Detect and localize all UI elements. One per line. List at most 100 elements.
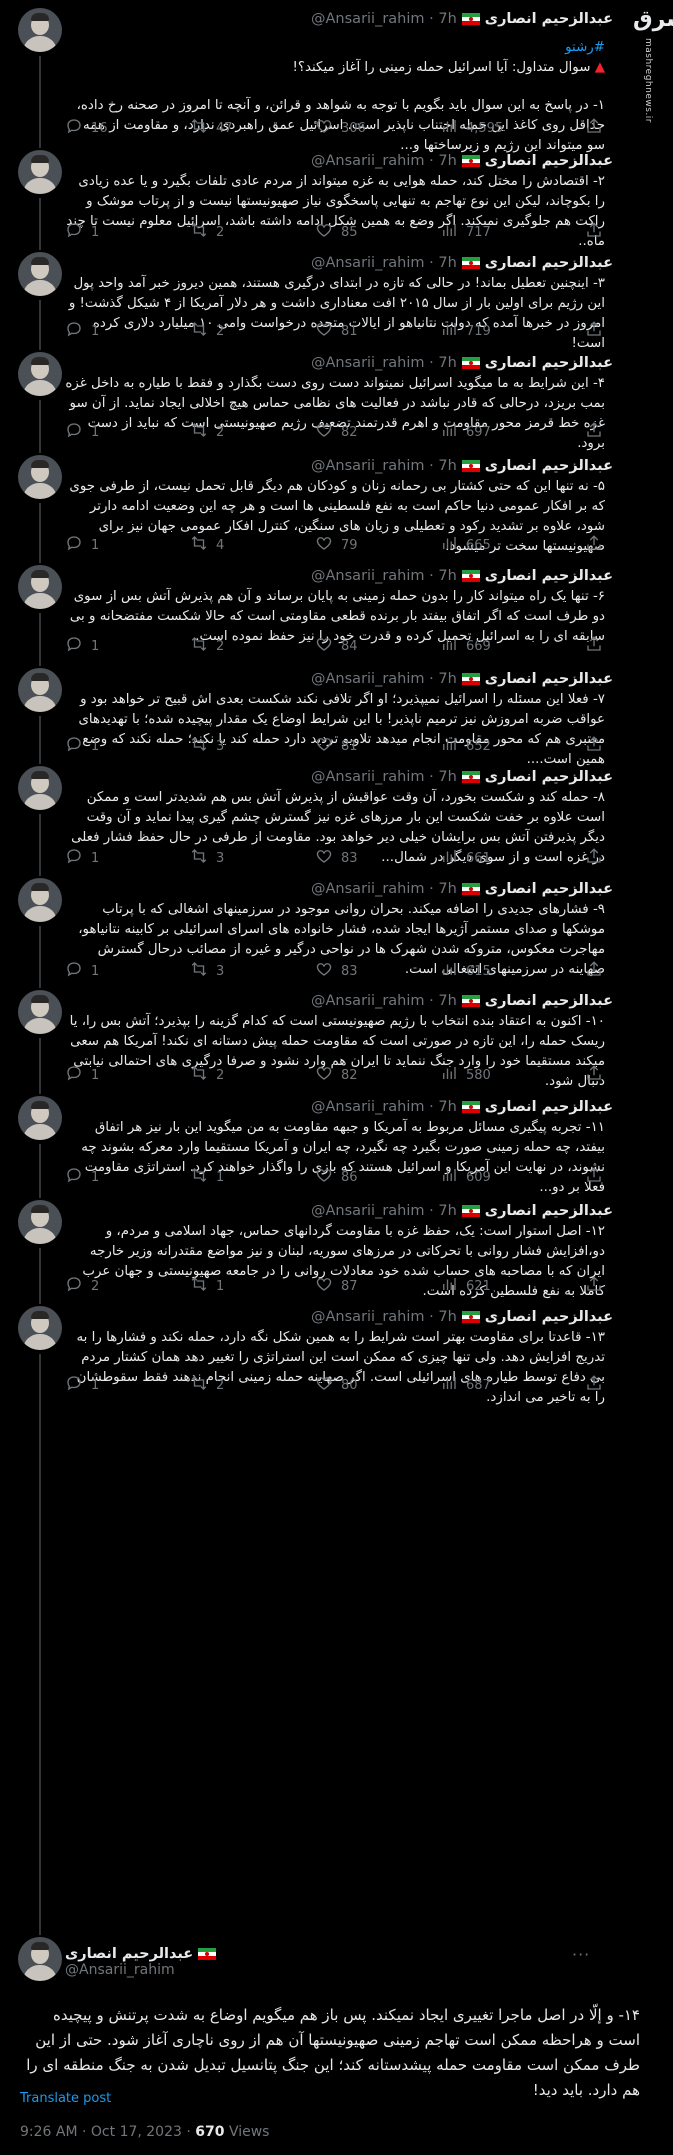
reply-button[interactable]: 1 [65,847,99,869]
author-handle[interactable]: @Ansarii_rahim · 7h [311,769,457,785]
views-button[interactable]: 717 [440,221,491,243]
post-date[interactable]: Oct 17, 2023 [91,2124,182,2140]
reply-button[interactable]: 1 [65,1166,99,1188]
views-button[interactable]: 669 [440,635,491,657]
retweet-button[interactable]: 2 [190,221,224,243]
retweet-button[interactable]: 2 [190,1374,224,1396]
author-name[interactable]: عبدالرحیم انصاری [485,458,613,474]
reply-button[interactable]: 2 [65,1275,99,1297]
avatar[interactable] [18,1096,62,1140]
thread-tweet[interactable]: ··· عبدالرحیم انصاری @Ansarii_rahim · 7h ۸-… [0,766,673,878]
author-handle[interactable]: @Ansarii_rahim · 7h [311,1099,457,1115]
avatar[interactable] [18,455,62,499]
avatar[interactable] [18,766,62,810]
author-name[interactable]: عبدالرحیم انصاری [485,11,613,27]
reply-button[interactable]: 16 [65,117,108,139]
reply-button[interactable]: 1 [65,735,99,757]
views-button[interactable]: 652 [440,735,491,757]
like-button[interactable]: 85 [315,221,358,243]
avatar[interactable] [18,565,62,609]
retweet-button[interactable]: 47 [190,117,233,139]
author-name[interactable]: عبدالرحیم انصاری [485,153,613,169]
author-handle[interactable]: @Ansarii_rahim · 7h [311,458,457,474]
thread-tweet[interactable]: ··· عبدالرحیم انصاری @Ansarii_rahim · 7h ۳-… [0,252,673,352]
like-button[interactable]: 83 [315,960,358,982]
like-button[interactable]: 80 [315,1374,358,1396]
thread-tweet[interactable]: ··· عبدالرحیم انصاری @Ansarii_rahim · 7h ۴-… [0,352,673,455]
reply-button[interactable]: 1 [65,421,99,443]
thread-tweet[interactable]: ··· عبدالرحیم انصاری @Ansarii_rahim · 7h ۵-… [0,455,673,565]
avatar[interactable] [18,1200,62,1244]
like-button[interactable]: 87 [315,1275,358,1297]
thread-tweet[interactable]: ··· عبدالرحیم انصاری @Ansarii_rahim · 7h ۱۳… [0,1306,673,1937]
views-button[interactable]: 661 [440,847,491,869]
views-button[interactable]: 665 [440,534,491,556]
author-handle[interactable]: @Ansarii_rahim · 7h [311,255,457,271]
like-button[interactable]: 84 [315,635,358,657]
author-handle[interactable]: @Ansarii_rahim · 7h [311,153,457,169]
thread-tweet[interactable]: ··· عبدالرحیم انصاری @Ansarii_rahim · 7h ۹-… [0,878,673,990]
share-button[interactable] [585,1064,603,1086]
avatar[interactable] [18,150,62,194]
share-button[interactable] [585,421,603,443]
reply-button[interactable]: 1 [65,960,99,982]
author-name[interactable]: عبدالرحیم انصاری [485,769,613,785]
author-handle[interactable]: @Ansarii_rahim · 7h [311,11,457,27]
reply-button[interactable]: 1 [65,635,99,657]
reply-button[interactable]: 1 [65,1374,99,1396]
share-button[interactable] [585,221,603,243]
share-button[interactable] [585,847,603,869]
share-button[interactable] [585,635,603,657]
like-button[interactable]: 81 [315,735,358,757]
post-time[interactable]: 9:26 AM [20,2124,78,2140]
reply-button[interactable]: 1 [65,221,99,243]
translate-post-link[interactable]: Translate post [20,2091,111,2106]
avatar[interactable] [18,1306,62,1350]
like-button[interactable]: 306 [315,117,366,139]
like-button[interactable]: 86 [315,1166,358,1188]
retweet-button[interactable]: 3 [190,735,224,757]
author-handle[interactable]: @Ansarii_rahim · 7h [311,1203,457,1219]
share-button[interactable] [585,960,603,982]
retweet-button[interactable]: 2 [190,320,224,342]
more-options-icon[interactable]: ··· [572,1945,590,1964]
author-name[interactable]: عبدالرحیم انصاری [485,255,613,271]
author-name[interactable]: عبدالرحیم انصاری [485,993,613,1009]
author-handle[interactable]: @Ansarii_rahim · 7h [311,1309,457,1325]
share-button[interactable] [585,534,603,556]
views-button[interactable]: 615 [440,960,491,982]
thread-tweet[interactable]: ··· عبدالرحیم انصاری @Ansarii_rahim · 7h ۷-… [0,668,673,767]
author-handle[interactable]: @Ansarii_rahim · 7h [311,993,457,1009]
retweet-button[interactable]: 2 [190,421,224,443]
author-name[interactable]: عبدالرحیم انصاری [485,568,613,584]
author-name[interactable]: عبدالرحیم انصاری [485,1203,613,1219]
views-button[interactable]: 697 [440,421,491,443]
avatar[interactable] [18,8,62,52]
hashtag-link[interactable]: #رشتو [65,38,605,58]
author-handle[interactable]: @Ansarii_rahim · 7h [311,568,457,584]
views-button[interactable]: 609 [440,1166,491,1188]
like-button[interactable]: 81 [315,320,358,342]
author-name[interactable]: عبدالرحیم انصاری [485,881,613,897]
author-name[interactable]: عبدالرحیم انصاری [485,1099,613,1115]
share-button[interactable] [585,117,603,139]
thread-tweet[interactable]: ··· عبدالرحیم انصاری @Ansarii_rahim · 7h ۶-… [0,565,673,668]
like-button[interactable]: 83 [315,847,358,869]
reply-button[interactable]: 1 [65,320,99,342]
like-button[interactable]: 79 [315,534,358,556]
share-button[interactable] [585,320,603,342]
retweet-button[interactable]: 4 [190,534,224,556]
retweet-button[interactable]: 3 [190,960,224,982]
retweet-button[interactable]: 2 [190,635,224,657]
retweet-button[interactable]: 1 [190,1166,224,1188]
thread-tweet[interactable]: ··· عبدالرحیم انصاری @Ansarii_rahim · 7h ۲-… [0,150,673,252]
author-handle[interactable]: @Ansarii_rahim · 7h [311,355,457,371]
author-name[interactable]: عبدالرحیم انصاری [485,1309,613,1325]
views-button[interactable]: 4,595 [440,117,503,139]
avatar[interactable] [18,1937,62,1981]
avatar[interactable] [18,352,62,396]
author-name[interactable]: عبدالرحیم انصاری [485,355,613,371]
author-name[interactable]: عبدالرحیم انصاری [65,1946,193,1962]
thread-tweet[interactable]: ··· عبدالرحیم انصاری @Ansarii_rahim · 7h #ر… [0,8,673,153]
like-button[interactable]: 82 [315,421,358,443]
